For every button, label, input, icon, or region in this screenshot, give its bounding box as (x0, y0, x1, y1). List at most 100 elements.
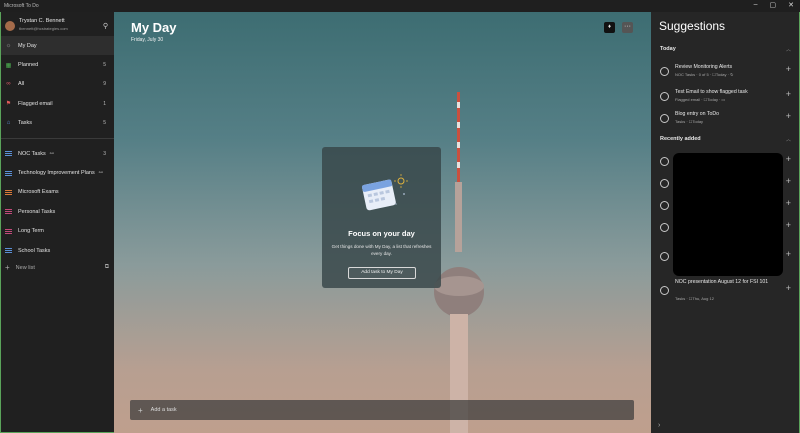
sidebar-list-noc-tasks[interactable]: NOC Tasks ⚯ 3 (1, 144, 114, 163)
sidebar-item-label: All (18, 81, 25, 88)
sidebar-item-label: School Tasks (18, 247, 51, 254)
list-icon (5, 248, 12, 254)
add-task-placeholder: Add a task (150, 407, 177, 413)
sidebar-item-planned[interactable]: ▦ Planned 5 (1, 55, 114, 74)
item-count: 3 (103, 150, 106, 157)
add-to-my-day-icon[interactable]: + (786, 198, 791, 208)
task-meta: Flagged email · ☐Today · ▭ (675, 97, 726, 102)
page-title: My Day (131, 20, 177, 35)
complete-checkbox[interactable] (660, 201, 669, 210)
home-icon: ⌂ (6, 120, 11, 127)
maximize-button[interactable]: ▢ (770, 1, 777, 9)
sidebar-item-all[interactable]: ∞ All 9 (1, 75, 114, 94)
task-meta: Tasks · ☐Thu, Aug 12 (675, 296, 714, 301)
new-list-label: New list (15, 264, 35, 271)
complete-checkbox[interactable] (660, 157, 669, 166)
infinity-icon: ∞ (6, 81, 11, 88)
more-options-button[interactable]: ··· (622, 22, 633, 33)
calendar-illustration-icon (361, 174, 408, 211)
suggestions-title: Suggestions (659, 19, 726, 33)
list-icon (5, 228, 12, 234)
sun-icon: ☼ (5, 42, 12, 49)
shared-icon: ⚯ (98, 170, 103, 177)
sidebar-divider (1, 137, 114, 139)
chevron-right-icon[interactable]: › (658, 422, 660, 429)
sidebar: Trystan C. Bennett tbennett@hcstrategies… (1, 12, 114, 432)
task-title: Blog entry on ToDo (675, 111, 720, 117)
avatar[interactable] (5, 21, 15, 31)
close-button[interactable]: ✕ (788, 1, 794, 9)
user-email: tbennett@hcstrategies.com (19, 26, 68, 31)
collapse-today-icon[interactable]: ︿ (786, 46, 791, 53)
item-count: 1 (103, 100, 106, 107)
list-icon (5, 151, 12, 157)
minimize-button[interactable]: – (754, 1, 758, 9)
plus-icon: + (138, 405, 143, 415)
focus-card: Focus on your day Get things done with M… (322, 147, 441, 288)
add-to-my-day-icon[interactable]: + (786, 64, 791, 74)
sidebar-item-label: Planned (18, 62, 39, 69)
complete-checkbox[interactable] (660, 286, 669, 295)
add-to-my-day-icon[interactable]: + (786, 176, 791, 186)
sidebar-item-label: Technology Improvement Plans (18, 170, 95, 177)
complete-checkbox[interactable] (660, 92, 669, 101)
sidebar-item-my-day[interactable]: ☼ My Day (1, 36, 114, 56)
sidebar-list-school-tasks[interactable]: School Tasks (1, 241, 114, 260)
shared-icon: ⚯ (49, 150, 54, 157)
sidebar-item-label: Tasks (18, 120, 33, 127)
add-to-my-day-icon[interactable]: + (786, 89, 791, 99)
window-title: Microsoft To Do (4, 3, 39, 9)
complete-checkbox[interactable] (660, 114, 669, 123)
list-icon (5, 209, 12, 215)
sidebar-item-label: Flagged email (18, 100, 53, 107)
recent-section-label: Recently added (660, 136, 701, 142)
title-bar: Microsoft To Do – ▢ ✕ (0, 0, 800, 12)
add-task-input[interactable]: + Add a task (130, 400, 634, 420)
complete-checkbox[interactable] (660, 179, 669, 188)
complete-checkbox[interactable] (660, 67, 669, 76)
new-list-button[interactable]: + New list ⧉ (5, 263, 109, 272)
sidebar-item-label: Personal Tasks (18, 208, 56, 215)
add-to-my-day-icon[interactable]: + (786, 220, 791, 230)
calendar-icon: ▦ (5, 62, 12, 69)
page-date: Friday, July 30 (131, 37, 164, 43)
task-title: Review Monitoring Alerts (675, 64, 733, 70)
task-meta: Tasks · ☐Today (675, 119, 704, 124)
add-to-my-day-icon[interactable]: + (786, 111, 791, 121)
search-icon[interactable]: ⚲ (103, 22, 108, 30)
plus-icon: + (5, 263, 10, 272)
focus-description: Get things done with My Day, a list that… (331, 244, 432, 256)
sidebar-item-label: Microsoft Exams (18, 189, 59, 196)
sidebar-item-label: My Day (18, 42, 37, 49)
user-profile[interactable]: Trystan C. Bennett tbennett@hcstrategies… (1, 12, 114, 36)
add-to-my-day-icon[interactable]: + (786, 249, 791, 259)
complete-checkbox[interactable] (660, 223, 669, 232)
today-section-label: Today (660, 46, 676, 52)
add-to-my-day-icon[interactable]: + (786, 154, 791, 164)
sidebar-list-personal-tasks[interactable]: Personal Tasks (1, 202, 114, 221)
item-count: 9 (103, 81, 106, 88)
add-task-to-my-day-button[interactable]: Add task to My Day (348, 267, 416, 279)
add-to-my-day-icon[interactable]: + (786, 283, 791, 293)
collapse-recent-icon[interactable]: ︿ (786, 136, 791, 143)
list-icon (5, 170, 12, 176)
new-group-icon[interactable]: ⧉ (105, 264, 109, 271)
complete-checkbox[interactable] (660, 252, 669, 261)
task-title: Test Email to show flagged task (675, 89, 748, 95)
sidebar-list-long-term[interactable]: Long Term (1, 222, 114, 241)
task-meta: NOC Tasks · 0 of 5 · ☐Today · ↻ (675, 72, 734, 77)
item-count: 5 (103, 120, 106, 127)
focus-title: Focus on your day (348, 229, 415, 238)
lightbulb-icon[interactable]: ♦ (604, 22, 615, 33)
flag-icon: ⚑ (5, 101, 12, 108)
sidebar-item-label: Long Term (18, 228, 44, 235)
suggestions-pane: Suggestions Today ︿ Review Monitoring Al… (651, 12, 799, 433)
sidebar-item-flagged-email[interactable]: ⚑ Flagged email 1 (1, 94, 114, 113)
redacted-area (673, 153, 783, 276)
sidebar-list-microsoft-exams[interactable]: Microsoft Exams (1, 183, 114, 202)
item-count: 5 (103, 62, 106, 69)
my-day-view: My Day Friday, July 30 ♦ ··· Focus on yo… (114, 12, 651, 433)
sidebar-item-tasks[interactable]: ⌂ Tasks 5 (1, 114, 114, 133)
user-name: Trystan C. Bennett (19, 18, 65, 24)
sidebar-list-technology-improvement-plans[interactable]: Technology Improvement Plans ⚯ (1, 163, 114, 182)
